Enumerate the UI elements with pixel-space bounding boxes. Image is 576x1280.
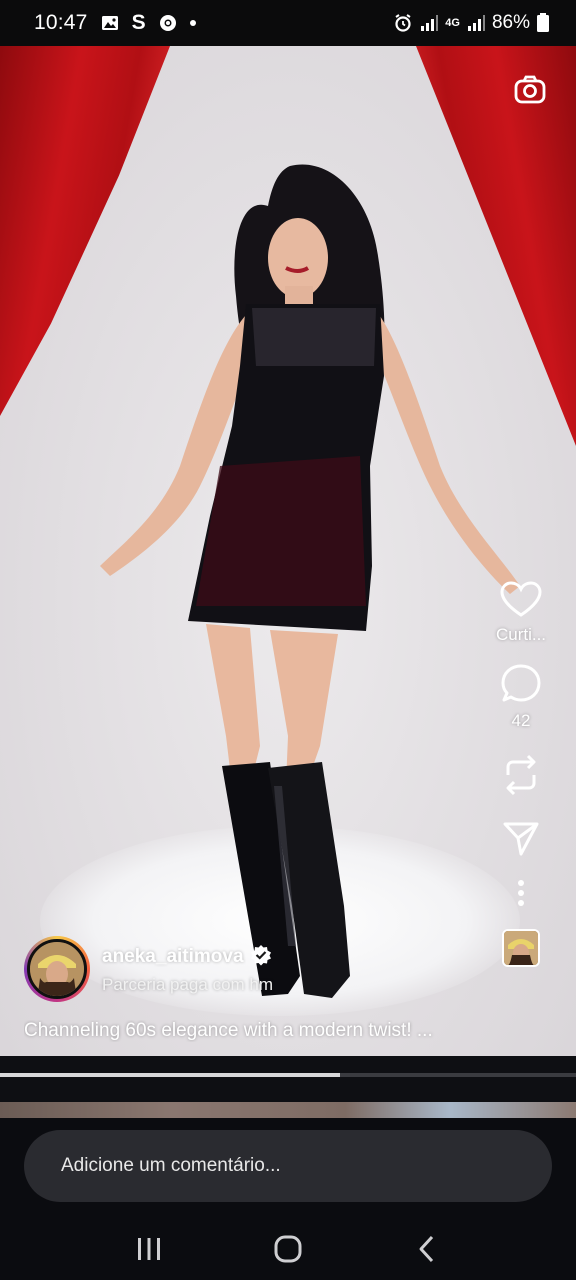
like-label: Curti...: [495, 625, 547, 644]
reel-actions: Curti... 42: [486, 581, 556, 967]
avatar-ring: [24, 936, 90, 1002]
username-row: aneka_aitimova: [102, 944, 273, 971]
recents-icon[interactable]: [127, 1227, 171, 1271]
comment-count: 42: [511, 711, 531, 730]
signal-icon: [419, 13, 439, 33]
comment-button[interactable]: 42: [500, 663, 542, 731]
like-button[interactable]: Curti...: [496, 581, 546, 645]
battery-percent: 86%: [491, 12, 530, 33]
more-button[interactable]: [517, 879, 525, 907]
next-reel-preview[interactable]: [0, 1102, 576, 1118]
paid-partnership-label[interactable]: Parceria paga com hm: [102, 975, 273, 995]
repost-button[interactable]: [502, 753, 540, 797]
video-progress-bar[interactable]: [0, 1073, 576, 1077]
author-text: aneka_aitimova Parceria paga com hm: [102, 944, 273, 995]
progress-area: [0, 1056, 576, 1102]
avatar[interactable]: [27, 939, 87, 999]
signal-icon-2: [466, 13, 486, 33]
network-type: 4G: [445, 17, 460, 29]
notification-dot: [189, 20, 196, 26]
username[interactable]: aneka_aitimova: [102, 946, 244, 968]
verified-badge-icon: [250, 944, 272, 971]
reel-author[interactable]: aneka_aitimova Parceria paga com hm: [24, 936, 273, 1002]
repost-icon: [506, 754, 536, 796]
comment-bar: [0, 1118, 576, 1218]
camera-icon[interactable]: [512, 72, 548, 108]
status-time: 10:47: [34, 11, 88, 34]
chrome-icon: [158, 13, 178, 33]
comment-input[interactable]: [61, 1155, 552, 1177]
comment-box[interactable]: [24, 1130, 552, 1202]
image-icon: [100, 13, 120, 33]
reel-video[interactable]: Curti... 42 aneka_aitimova Parceria paga…: [0, 46, 576, 1056]
status-left: 10:47 S: [34, 11, 196, 35]
heart-icon: [500, 581, 542, 617]
video-progress-fill: [0, 1073, 340, 1077]
status-right: 4G 86%: [393, 12, 556, 34]
carrier-glyph: S: [131, 11, 146, 34]
alarm-icon: [393, 13, 413, 33]
reel-caption[interactable]: Channeling 60s elegance with a modern tw…: [24, 1020, 494, 1042]
send-icon: [503, 822, 539, 856]
more-icon: [518, 880, 524, 906]
status-bar: 10:47 S 4G 86%: [0, 0, 576, 46]
comment-icon: [501, 664, 541, 702]
battery-icon: [536, 13, 556, 33]
audio-thumbnail[interactable]: [502, 929, 540, 967]
system-nav-bar: [0, 1218, 576, 1280]
back-icon[interactable]: [405, 1227, 449, 1271]
home-icon[interactable]: [266, 1227, 310, 1271]
share-button[interactable]: [502, 821, 540, 857]
